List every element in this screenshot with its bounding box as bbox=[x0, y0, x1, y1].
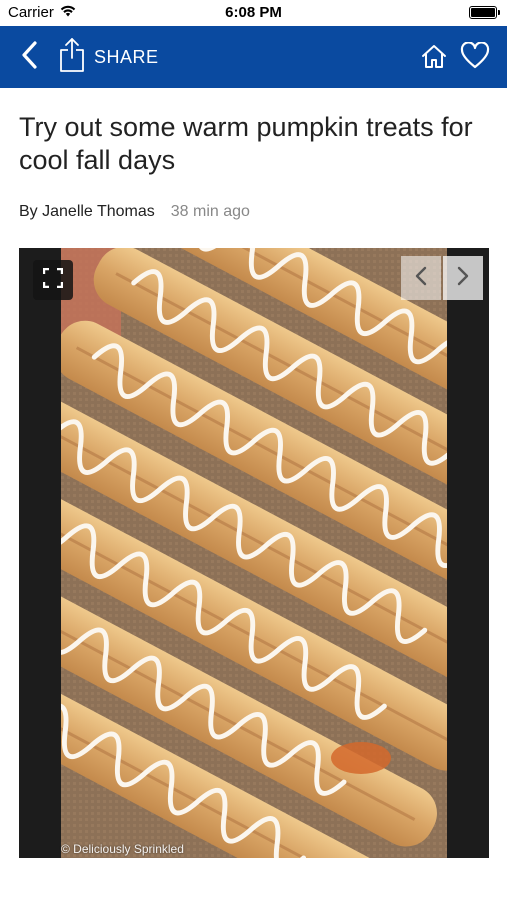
back-chevron-icon bbox=[20, 40, 38, 75]
image-gallery[interactable]: © Deliciously Sprinkled bbox=[19, 248, 489, 858]
share-icon bbox=[58, 36, 86, 79]
home-icon bbox=[421, 43, 447, 74]
battery-fill bbox=[471, 8, 495, 17]
share-button[interactable]: SHARE bbox=[58, 36, 159, 78]
author-name[interactable]: By Janelle Thomas bbox=[19, 203, 155, 221]
previous-image-button[interactable] bbox=[401, 256, 441, 300]
article-title: Try out some warm pumpkin treats for coo… bbox=[19, 112, 473, 175]
next-image-button[interactable] bbox=[443, 256, 483, 300]
publish-time: 38 min ago bbox=[170, 203, 250, 220]
home-button[interactable] bbox=[419, 43, 449, 73]
share-label: SHARE bbox=[94, 46, 159, 67]
status-time: 6:08 PM bbox=[225, 4, 282, 21]
fullscreen-icon bbox=[42, 267, 64, 293]
favorite-button[interactable] bbox=[459, 41, 491, 74]
fullscreen-button[interactable] bbox=[33, 260, 73, 300]
photo-credit: © Deliciously Sprinkled bbox=[61, 842, 184, 856]
battery-icon bbox=[469, 6, 500, 19]
chevron-left-icon bbox=[415, 266, 427, 291]
status-bar: Carrier 6:08 PM bbox=[0, 0, 507, 26]
chevron-right-icon bbox=[457, 266, 469, 291]
back-button[interactable] bbox=[14, 40, 44, 74]
gallery-photo[interactable] bbox=[61, 248, 447, 858]
nav-bar: SHARE bbox=[0, 26, 507, 88]
heart-icon bbox=[460, 41, 490, 74]
byline: By Janelle Thomas 38 min ago bbox=[19, 203, 250, 221]
